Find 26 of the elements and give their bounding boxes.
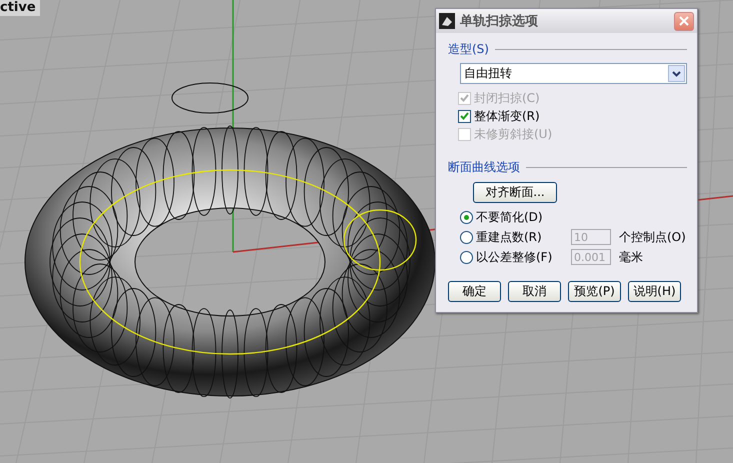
close-button[interactable] [674,12,694,30]
dialog-button[interactable]: 取消 [508,281,561,302]
window-title: 单轨扫掠选项 [460,12,539,30]
group-label: 断面曲线选项 [448,159,687,176]
radio-label: 不要简化(D) [476,208,543,226]
app-icon [439,13,455,29]
checkbox-label: 未修剪斜接(U) [474,126,552,142]
checkbox[interactable] [458,110,471,122]
radio-button[interactable] [460,210,473,224]
close-icon [678,15,690,27]
unit-label: 毫米 [619,248,643,266]
radio-button[interactable] [460,230,473,244]
dialog-button[interactable]: 确定 [448,281,501,302]
viewport-label: ctive [0,0,40,16]
dropdown[interactable]: 自由扭转 [460,63,687,84]
caret-icon [672,70,681,76]
dialog-button[interactable]: 预览(P) [568,281,621,302]
checkbox-label: 封闭扫掠(C) [474,90,540,106]
align-button[interactable]: 对齐断面... [473,182,557,203]
checkbox-label: 整体渐变(R) [474,108,540,124]
radio-label: 以公差整修(F) [476,248,552,266]
unit-label: 个控制点(O) [619,228,686,246]
dialog-button[interactable]: 说明(H) [628,281,681,302]
radio-label: 重建点数(R) [476,228,542,246]
radio-button[interactable] [460,250,473,264]
group-label: 造型(S) [448,41,687,58]
